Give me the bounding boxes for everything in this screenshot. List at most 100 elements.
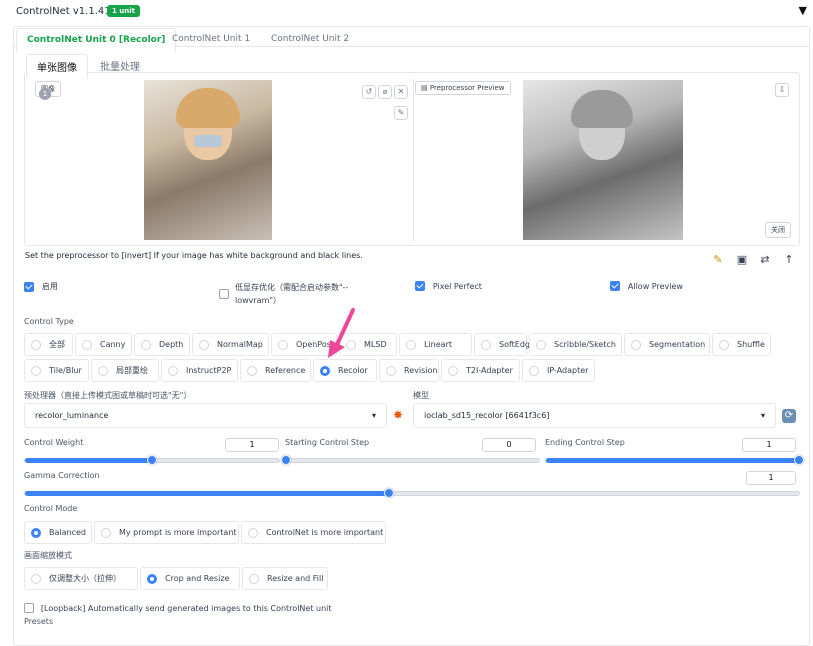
starting-step-input[interactable]: 0: [482, 438, 536, 452]
control-type-option-label: 全部: [49, 340, 65, 349]
slider-fill: [25, 458, 152, 463]
lowvram-checkbox[interactable]: 低显存优化（需配合启动参数"--lowvram"）: [219, 281, 379, 307]
control-mode-option-label: ControlNet is more important: [266, 528, 384, 537]
checkbox-unchecked-icon: [219, 289, 229, 299]
control-type-option[interactable]: Canny: [75, 333, 132, 356]
radio-icon: [168, 365, 178, 376]
tab-single-image[interactable]: 单张图像: [26, 54, 88, 79]
enable-checkbox[interactable]: 启用: [24, 281, 58, 292]
control-type-option[interactable]: Revision: [379, 359, 439, 382]
erase-icon[interactable]: ⌀: [378, 85, 392, 99]
control-type-option-label: Depth: [159, 340, 184, 349]
preprocessor-preview-button[interactable]: ▤ Preprocessor Preview: [415, 81, 511, 95]
control-weight-input[interactable]: 1: [225, 438, 279, 452]
control-type-option[interactable]: InstructP2P: [161, 359, 238, 382]
loopback-checkbox[interactable]: [Loopback] Automatically send generated …: [24, 603, 332, 614]
radio-icon: [31, 339, 41, 350]
slider-thumb[interactable]: [794, 455, 804, 465]
ending-step-label: Ending Control Step: [545, 438, 625, 447]
caret-down-icon[interactable]: ▼: [799, 4, 807, 17]
preprocessor-value: recolor_luminance: [35, 411, 109, 420]
upload-icon[interactable]: ↑: [780, 251, 798, 269]
unit-count-badge: 1 unit: [107, 5, 141, 17]
control-mode-option[interactable]: ControlNet is more important: [241, 521, 386, 544]
control-type-option[interactable]: Depth: [134, 333, 190, 356]
control-type-option[interactable]: Reference: [240, 359, 311, 382]
radio-icon: [529, 365, 539, 376]
radio-icon: [448, 365, 458, 376]
radio-icon: [199, 339, 209, 350]
tab-unit-0[interactable]: ControlNet Unit 0 [Recolor]: [16, 28, 177, 52]
panel-divider: [413, 79, 414, 242]
resize-mode-option-label: Resize and Fill: [267, 574, 324, 583]
preview-photo: [523, 80, 683, 240]
resize-mode-option[interactable]: 仅调整大小（拉伸）: [24, 567, 138, 590]
refresh-icon[interactable]: ⟳: [782, 409, 796, 423]
control-type-option[interactable]: IP-Adapter: [522, 359, 595, 382]
slider-thumb[interactable]: [281, 455, 291, 465]
swap-icon[interactable]: ⇄: [756, 251, 774, 269]
tab-unit-2[interactable]: ControlNet Unit 2: [261, 28, 359, 50]
pixel-perfect-label: Pixel Perfect: [432, 281, 482, 291]
gamma-input[interactable]: 1: [746, 471, 796, 485]
preview-icon: ▤: [421, 84, 430, 92]
ending-step-slider[interactable]: [545, 455, 804, 465]
control-type-option[interactable]: NormalMap: [192, 333, 269, 356]
control-type-option-label: Recolor: [338, 366, 368, 375]
control-weight-label: Control Weight: [24, 438, 84, 447]
control-mode-option[interactable]: My prompt is more important: [94, 521, 239, 544]
control-type-label: Control Type: [24, 317, 74, 326]
preview-hair-shape: [571, 90, 633, 128]
pixel-perfect-checkbox[interactable]: Pixel Perfect: [415, 281, 482, 292]
checkbox-checked-icon: [415, 281, 425, 291]
undo-icon[interactable]: ↺: [362, 85, 376, 99]
control-type-option[interactable]: T2I-Adapter: [441, 359, 520, 382]
slider-fill: [25, 491, 389, 496]
control-type-option-label: Segmentation: [649, 340, 706, 349]
control-type-option-label: Scribble/Sketch: [554, 340, 616, 349]
control-mode-option[interactable]: Balanced: [24, 521, 92, 544]
gamma-label: Gamma Correction: [24, 471, 100, 480]
resize-mode-option[interactable]: Resize and Fill: [242, 567, 328, 590]
download-icon[interactable]: ⇩: [775, 83, 789, 97]
radio-icon: [386, 365, 396, 376]
allow-preview-checkbox[interactable]: Allow Preview: [610, 281, 683, 292]
control-type-option[interactable]: 局部重绘: [91, 359, 159, 382]
control-type-option[interactable]: Shuffle: [712, 333, 771, 356]
radio-icon: [98, 365, 108, 376]
control-type-option[interactable]: Segmentation: [624, 333, 710, 356]
control-type-option[interactable]: Scribble/Sketch: [529, 333, 622, 356]
radio-selected-icon: [31, 527, 41, 538]
control-type-option[interactable]: SoftEdge: [474, 333, 535, 356]
starting-step-slider[interactable]: [281, 455, 540, 465]
tab-unit-1[interactable]: ControlNet Unit 1: [162, 28, 260, 50]
enable-label: 启用: [41, 282, 58, 291]
radio-icon: [536, 339, 546, 350]
gamma-slider[interactable]: [24, 488, 800, 498]
allow-preview-label: Allow Preview: [627, 281, 683, 291]
lowvram-label: 低显存优化（需配合启动参数"--lowvram"）: [235, 283, 349, 305]
control-mode-label: Control Mode: [24, 504, 78, 513]
preprocessor-select[interactable]: recolor_luminance ▾: [24, 403, 387, 428]
model-select[interactable]: ioclab_sd15_recolor [6641f3c6] ▾: [413, 403, 776, 428]
explosion-icon[interactable]: ✸: [393, 408, 403, 422]
radio-icon: [31, 573, 41, 584]
edit-icon[interactable]: ✎: [709, 251, 727, 269]
preprocessor-label: 预处理器（直接上传模式图或草稿时可选"无"）: [24, 391, 192, 400]
camera-icon[interactable]: ▣: [733, 251, 751, 269]
control-type-option-label: 局部重绘: [116, 366, 148, 375]
pencil-icon[interactable]: ✎: [394, 106, 408, 120]
slider-thumb[interactable]: [147, 455, 157, 465]
control-type-option[interactable]: Lineart: [399, 333, 472, 356]
slider-thumb[interactable]: [383, 488, 394, 498]
ending-step-input[interactable]: 1: [742, 438, 796, 452]
control-weight-slider[interactable]: [24, 455, 280, 465]
control-type-option[interactable]: Tile/Blur: [24, 359, 89, 382]
close-icon[interactable]: ✕: [394, 85, 408, 99]
close-preview-button[interactable]: 关闭: [765, 222, 791, 238]
control-type-option[interactable]: 全部: [24, 333, 73, 356]
tab-batch[interactable]: 批量处理: [90, 54, 150, 77]
control-type-option[interactable]: Recolor: [313, 359, 377, 382]
radio-selected-icon: [147, 573, 157, 584]
resize-mode-option[interactable]: Crop and Resize: [140, 567, 240, 590]
